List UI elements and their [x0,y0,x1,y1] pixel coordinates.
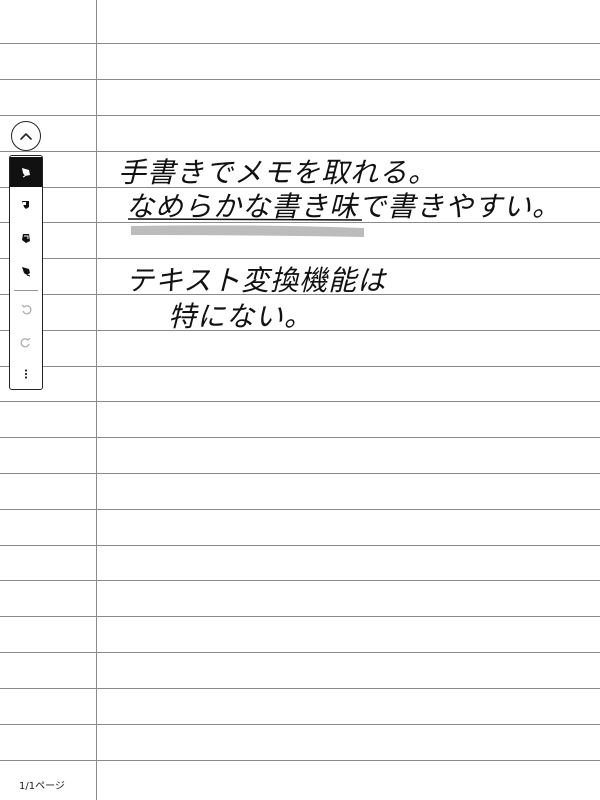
pen-tool-button[interactable] [10,157,42,187]
pen-icon [22,168,30,178]
note-page[interactable]: 手書きでメモを取れる。 なめらかな書き味で書きやすい。 テキスト変換機能は 特に… [0,0,600,800]
undo-icon [21,304,32,315]
pen-toolbar [9,155,43,390]
highlight-stroke [131,225,364,237]
toolbar-collapse-button[interactable] [11,121,41,151]
redo-button[interactable] [10,327,42,357]
handwritten-line: 手書きでメモを取れる。 [118,156,437,189]
undo-button[interactable] [10,294,42,324]
highlighter-icon [22,201,29,209]
toolbar-divider [14,290,38,291]
lasso-tool-button[interactable] [10,256,42,286]
handwritten-line: テキスト変換機能は [126,264,387,297]
more-options-button[interactable] [10,359,42,389]
redo-icon [20,337,31,348]
handwritten-line: 特にない。 [168,300,313,333]
more-icon [24,369,28,379]
ink-layer: 手書きでメモを取れる。 なめらかな書き味で書きやすい。 テキスト変換機能は 特に… [118,156,561,333]
page-indicator: 1/1ページ [19,781,65,792]
chevron-up-icon [20,133,32,140]
highlighter-tool-button[interactable] [10,190,42,220]
handwritten-line: なめらかな書き味で書きやすい。 [126,190,561,223]
lasso-icon [22,267,31,277]
eraser-tool-button[interactable] [10,223,42,253]
eraser-icon [22,234,30,243]
